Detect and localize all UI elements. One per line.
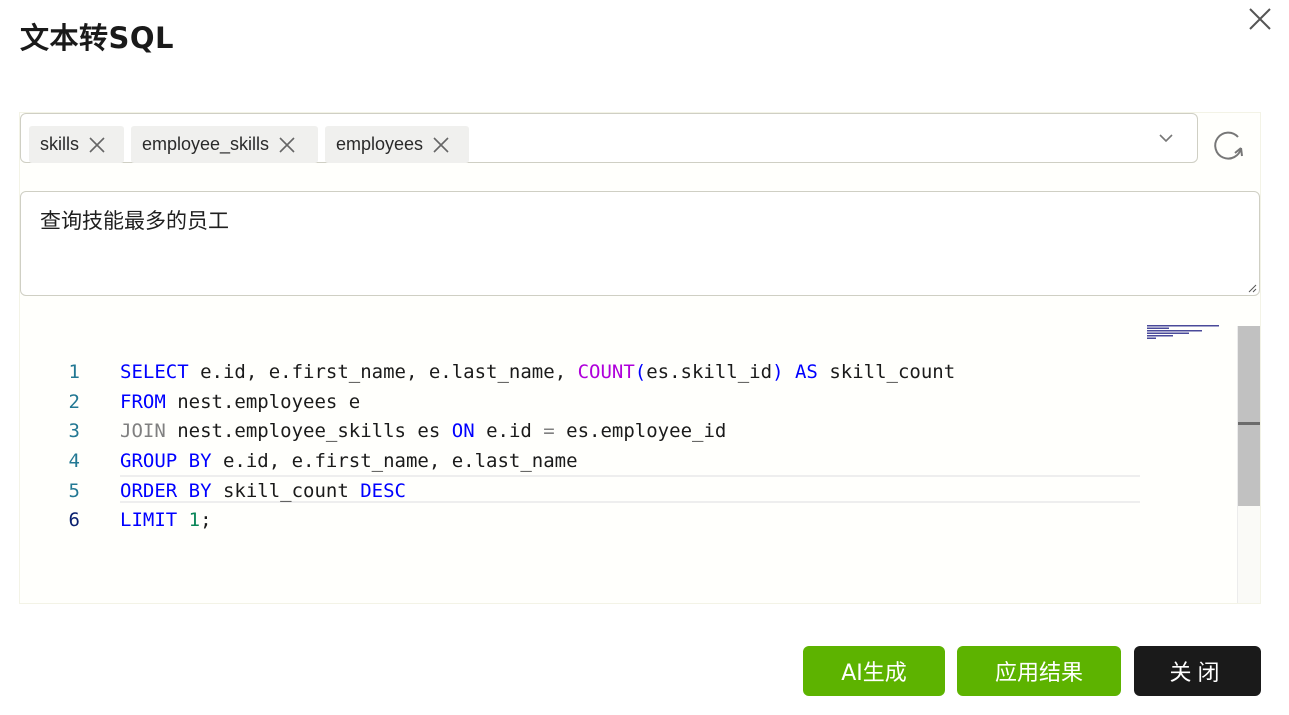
tag-label: employee_skills — [142, 134, 270, 154]
chevron-down-icon[interactable] — [1156, 128, 1176, 148]
code-text[interactable]: LIMIT 1; — [120, 505, 212, 535]
remove-tag-icon[interactable] — [278, 136, 296, 154]
refresh-icon[interactable] — [1211, 126, 1247, 162]
code-line-1[interactable]: 1 SELECT e.id, e.first_name, e.last_name,… — [20, 327, 1140, 383]
code-line-4[interactable]: 4 GROUP BY e.id, e.first_name, e.last_nam… — [20, 416, 1140, 472]
sql-code-editor[interactable]: 1 SELECT e.id, e.first_name, e.last_name,… — [20, 322, 1238, 602]
resize-grip-icon[interactable] — [1247, 283, 1257, 293]
tag-label: skills — [40, 134, 79, 154]
code-line-5[interactable]: 5 ORDER BY skill_count DESC — [20, 446, 1140, 502]
close-button[interactable]: 关闭 — [1134, 646, 1261, 696]
question-textarea[interactable]: 查询技能最多的员工 — [20, 191, 1260, 296]
remove-tag-icon[interactable] — [432, 136, 450, 154]
scrollbar-thumb[interactable] — [1238, 326, 1260, 506]
line-number: 6 — [68, 509, 80, 531]
code-line-2[interactable]: 2 FROM nest.employees e — [20, 357, 1140, 413]
close-icon[interactable] — [1246, 5, 1274, 33]
ai-generate-button[interactable]: AI生成 — [803, 646, 945, 696]
text-to-sql-dialog: 文本转SQL skills employee_skills employees — [0, 0, 1289, 715]
table-tag-skills: skills — [29, 126, 124, 163]
remove-tag-icon[interactable] — [88, 136, 106, 154]
apply-result-button[interactable]: 应用结果 — [957, 646, 1121, 696]
table-tag-employees: employees — [325, 126, 469, 163]
table-tag-employee-skills: employee_skills — [131, 126, 318, 163]
editor-scrollbar[interactable] — [1237, 326, 1260, 603]
table-multiselect[interactable]: skills employee_skills employees — [20, 113, 1198, 163]
code-line-6[interactable]: 6 LIMIT 1; — [20, 475, 1140, 531]
dialog-title: 文本转SQL — [20, 21, 175, 55]
tag-label: employees — [336, 134, 424, 154]
code-line-3[interactable]: 3 JOIN nest.employee_skills es ON e.id = … — [20, 386, 1140, 442]
code-minimap[interactable] — [1147, 325, 1222, 339]
cursor-position-mark — [1238, 422, 1260, 425]
question-text[interactable]: 查询技能最多的员工 — [40, 207, 229, 235]
